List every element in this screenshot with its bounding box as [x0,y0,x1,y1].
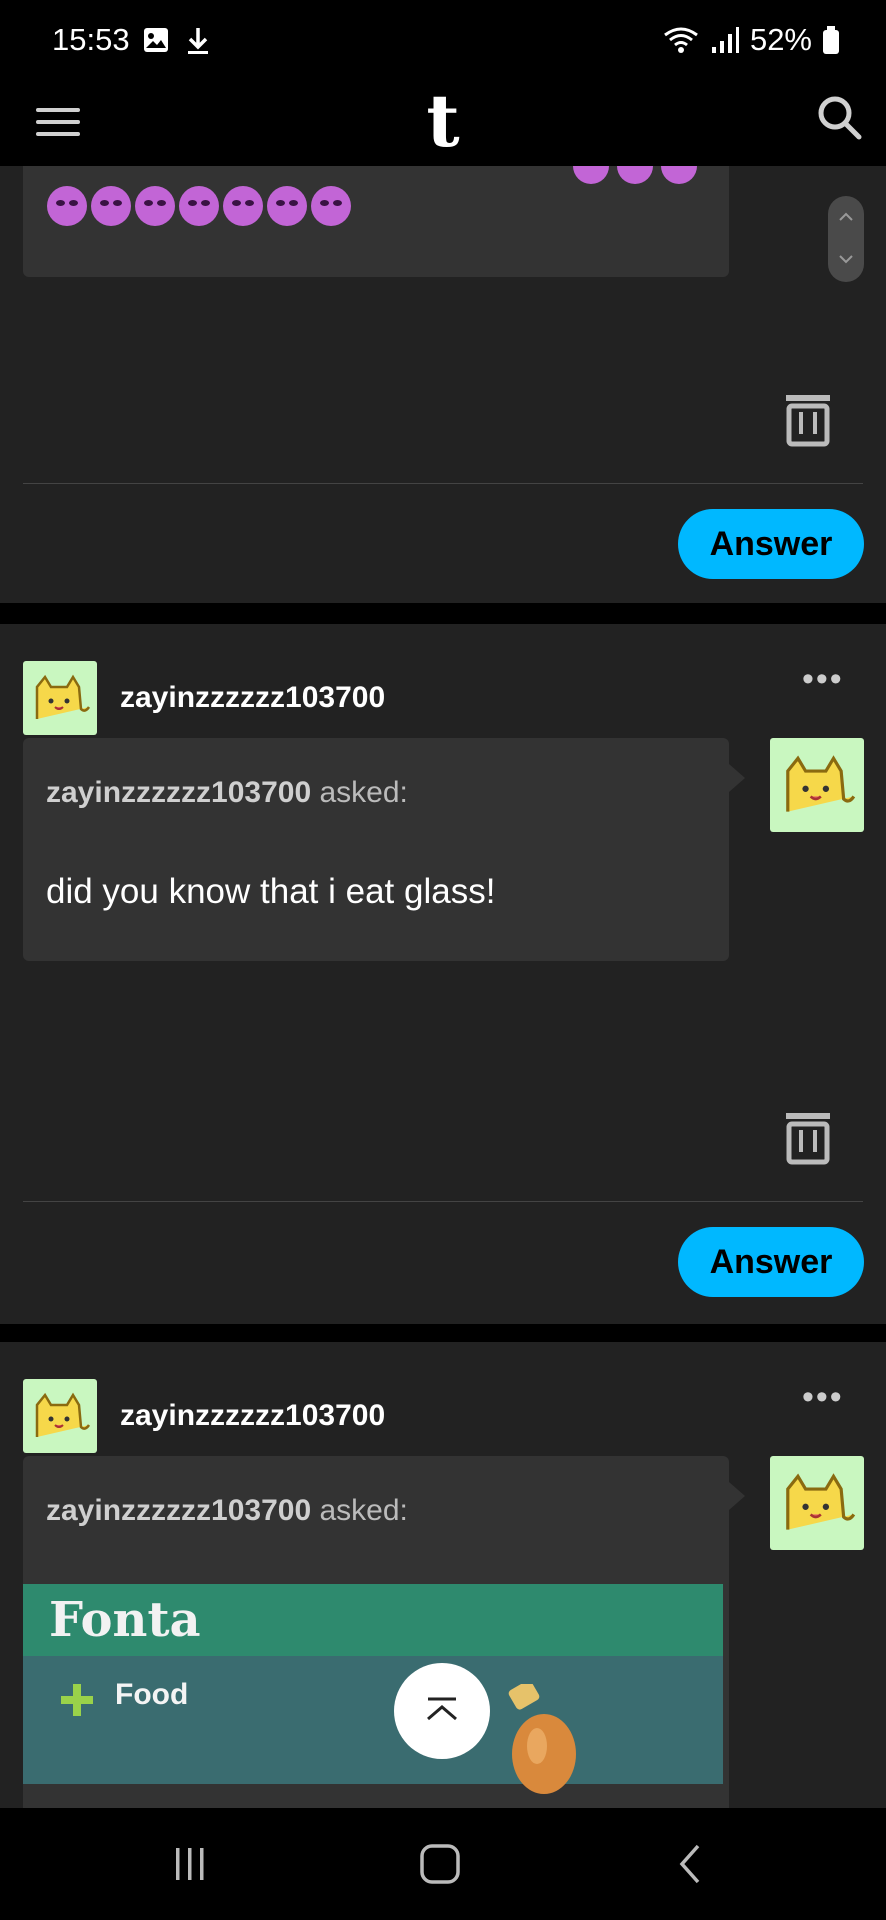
asker-avatar[interactable] [770,738,864,832]
avatar[interactable] [23,1379,97,1453]
question-text: did you know that i eat glass! [46,872,496,911]
system-navigation-bar [0,1808,886,1920]
bottle-icon [508,1684,576,1794]
status-bar: 15:53 52% [0,0,886,84]
cat-avatar-icon [35,1392,91,1437]
download-icon [188,28,208,54]
status-time: 15:53 [52,22,130,57]
ask-bubble: zayinzzzzzz103700 asked: Fonta Food [23,1456,745,1808]
image-title-text: Fonta [49,1592,201,1648]
chevron-up-icon [839,212,853,221]
image-header-band: Fonta [23,1584,723,1656]
avatar[interactable] [23,661,97,735]
battery-percent: 52% [749,22,812,57]
more-options-icon[interactable]: ••• [802,660,844,699]
devil-emoji [311,186,351,226]
attached-image[interactable]: Fonta Food [23,1584,723,1794]
asker-name[interactable]: zayinzzzzzz103700 [46,776,311,809]
plus-icon [61,1684,93,1716]
devil-emoji [617,166,653,184]
asker-avatar[interactable] [770,1456,864,1550]
answer-button[interactable]: Answer [678,509,864,579]
gallery-icon [144,28,168,52]
battery-icon [823,26,839,54]
devil-emoji [91,186,131,226]
devil-emoji [223,186,263,226]
feed[interactable]: Answer zayinzzzzzz103700 ••• zayinzzzzzz… [0,166,886,1808]
divider [23,483,863,484]
devil-emoji [135,186,175,226]
ask-bubble [23,166,729,277]
emoji-row [47,186,351,226]
post-card: Answer [0,166,886,603]
home-icon[interactable] [410,1834,470,1894]
top-app-bar: t [0,84,886,166]
delete-trash-icon[interactable] [784,1111,832,1165]
cat-avatar-icon [786,1473,856,1530]
more-options-icon[interactable]: ••• [802,1378,844,1417]
bubble-tail [729,764,745,792]
asked-label: asked: [319,1494,408,1527]
divider [23,1201,863,1202]
post-username[interactable]: zayinzzzzzz103700 [120,681,385,715]
devil-emoji [267,186,307,226]
bubble-tail [729,1482,745,1510]
post-username[interactable]: zayinzzzzzz103700 [120,1399,385,1433]
wifi-icon [664,27,698,53]
ask-bubble: zayinzzzzzz103700 asked: did you know th… [23,738,745,961]
chevron-down-icon [839,255,853,264]
post-card: zayinzzzzzz103700 ••• zayinzzzzzz103700 … [0,624,886,1324]
asked-line: zayinzzzzzz103700 asked: [46,1494,408,1528]
back-icon[interactable] [660,1834,720,1894]
asker-name[interactable]: zayinzzzzzz103700 [46,1494,311,1527]
devil-emoji [179,186,219,226]
recent-apps-icon[interactable] [160,1834,220,1894]
signal-icon [711,27,739,53]
devil-emoji [573,166,609,184]
asked-label: asked: [319,776,408,809]
answer-button[interactable]: Answer [678,1227,864,1297]
cat-avatar-icon [786,755,856,812]
chevron-up-icon [427,1697,457,1721]
delete-trash-icon[interactable] [784,393,832,447]
image-category-text: Food [115,1678,189,1711]
cat-avatar-icon [35,674,91,719]
tumblr-logo[interactable]: t [0,84,886,158]
devil-emoji [661,166,697,184]
devil-emoji [47,186,87,226]
scroll-pill[interactable] [828,196,864,282]
search-icon[interactable] [814,92,864,142]
scroll-to-top-button[interactable] [394,1663,490,1759]
asked-line: zayinzzzzzz103700 asked: [46,776,408,810]
